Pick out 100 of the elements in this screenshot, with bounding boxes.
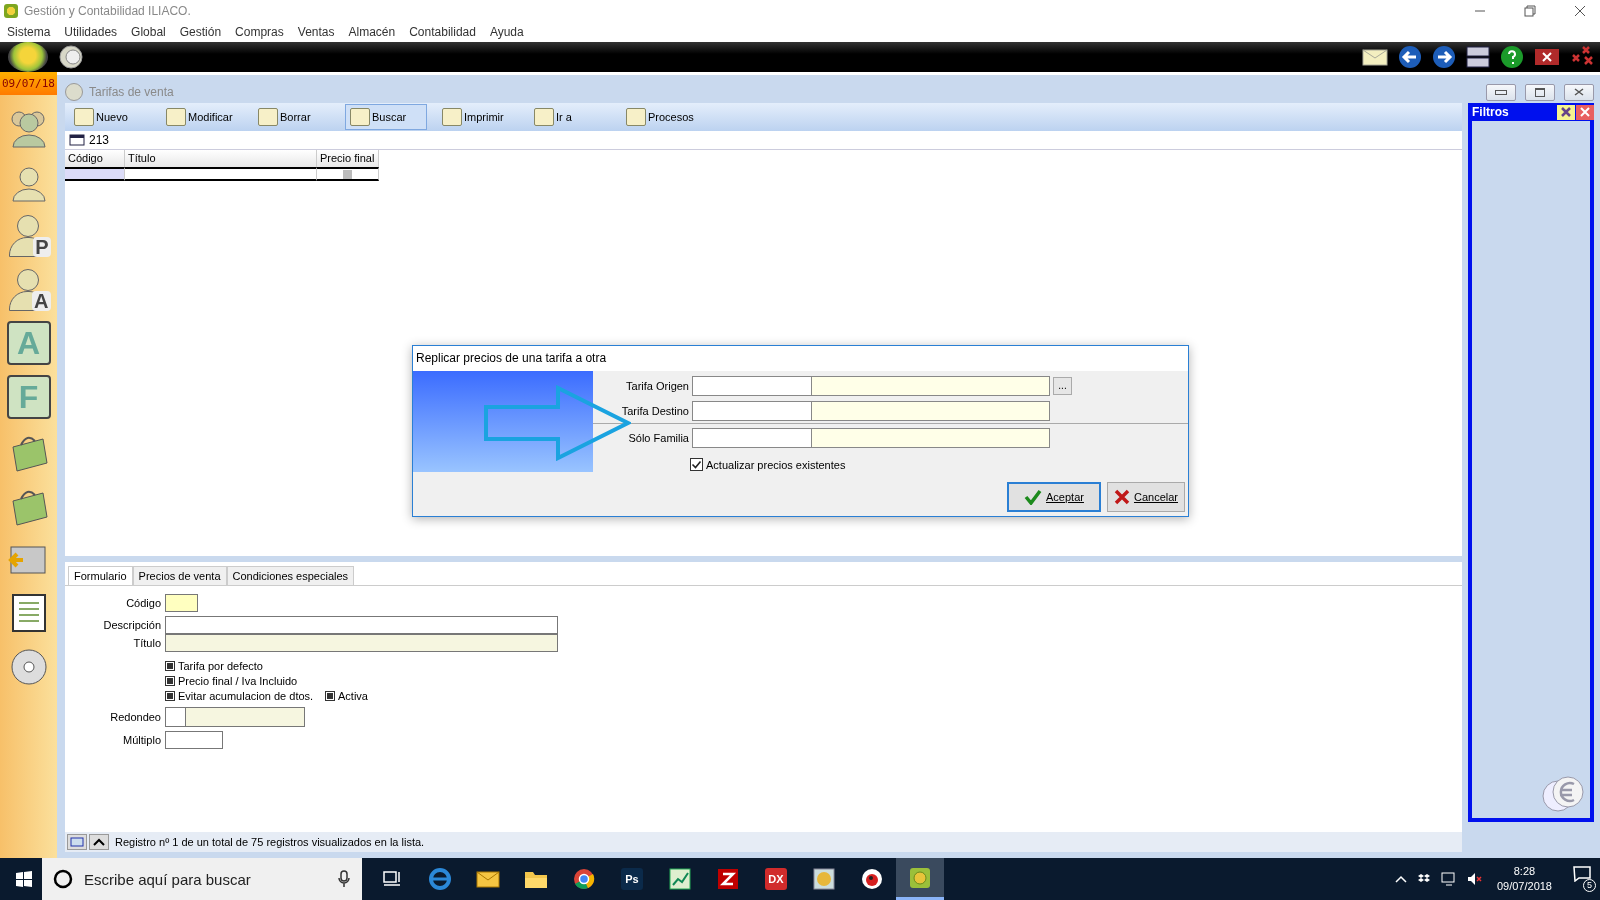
minimize-button[interactable]	[1486, 83, 1516, 101]
menu-item[interactable]: Gestión	[179, 25, 222, 39]
menu-item[interactable]: Ventas	[297, 25, 335, 39]
window-title: Gestión y Contabilidad ILIACO.	[24, 4, 191, 18]
search-field[interactable]: Escribe aquí para buscar	[82, 869, 330, 889]
toolbar-button[interactable]: Nuevo	[69, 104, 151, 130]
help-icon[interactable]	[1500, 45, 1524, 69]
multiple-field[interactable]	[165, 731, 223, 749]
z-letter-icon[interactable]	[717, 868, 739, 890]
task-view-icon[interactable]	[383, 871, 401, 887]
title-field[interactable]	[165, 634, 558, 652]
cross-icon	[1114, 489, 1130, 505]
windows-logo-icon[interactable]	[16, 871, 32, 887]
checkbox[interactable]: Activa	[325, 688, 1462, 703]
field-label: Tarifa Destino	[620, 404, 690, 417]
chart-icon[interactable]	[669, 868, 691, 890]
microphone-icon[interactable]	[338, 870, 350, 888]
chevron-up-icon	[93, 838, 105, 846]
envelope-icon[interactable]	[1362, 47, 1388, 67]
restore-icon[interactable]	[1524, 5, 1536, 17]
dropbox-icon[interactable]	[1416, 873, 1431, 885]
notifications-button[interactable]: 5	[1564, 866, 1600, 892]
menu-item[interactable]: Sistema	[7, 25, 51, 39]
rounding-field[interactable]	[165, 707, 305, 727]
checkmark-icon	[1024, 489, 1043, 505]
collapse-button[interactable]	[89, 834, 109, 850]
close-icon[interactable]	[1534, 48, 1560, 66]
code-field[interactable]	[692, 427, 812, 448]
field-label: Título	[132, 637, 162, 649]
checkbox[interactable]: Actualizar precios existentes	[690, 458, 846, 471]
checkmark-icon	[690, 458, 703, 471]
code-field[interactable]	[692, 375, 812, 396]
maximize-button[interactable]	[1525, 83, 1555, 101]
close-icon	[1574, 88, 1584, 96]
menu-item[interactable]: Utilidades	[64, 25, 118, 39]
windows-icon[interactable]	[1466, 46, 1490, 68]
search-icon[interactable]	[52, 868, 74, 890]
window-title: Tarifas de venta	[89, 85, 174, 99]
table-icon[interactable]	[69, 134, 85, 146]
menu-item[interactable]: Compras	[235, 25, 284, 39]
tab[interactable]: Condiciones especiales	[226, 566, 355, 585]
browser-e-icon[interactable]	[429, 868, 451, 890]
tab[interactable]: Formulario	[68, 566, 133, 585]
close-button[interactable]	[1564, 83, 1594, 101]
volume-muted-icon[interactable]	[1466, 872, 1483, 886]
app-orb-icon[interactable]	[8, 42, 48, 72]
column-header[interactable]: Precio final	[317, 150, 379, 167]
message-icon	[1573, 866, 1591, 882]
dialog-title: Replicar precios de una tarifa a otra	[413, 346, 1188, 371]
browse-button[interactable]: ...	[1053, 376, 1072, 395]
menu-item[interactable]: Contabilidad	[409, 25, 476, 39]
menu-item[interactable]: Global	[131, 25, 166, 39]
status-text: Registro nº 1 de un total de 75 registros visualizados en la lista.	[115, 836, 425, 848]
close-button[interactable]	[1576, 104, 1594, 120]
search-bar[interactable]: Escribe aquí para buscar	[42, 858, 362, 900]
field-label: Sólo Familia	[627, 431, 690, 444]
code-field[interactable]	[692, 400, 812, 421]
toolbar-button[interactable]: Ir a	[529, 104, 611, 130]
table-cell	[65, 167, 125, 181]
checkbox[interactable]: Precio final / Iva Incluido	[165, 673, 325, 688]
toolbar-button[interactable]: Modificar	[161, 104, 243, 130]
toolbar-button[interactable]: Borrar	[253, 104, 335, 130]
toolbar-button[interactable]: Buscar	[345, 104, 427, 130]
network-icon[interactable]	[1440, 872, 1457, 886]
code-field[interactable]	[165, 594, 198, 612]
chevron-up-icon[interactable]	[1394, 875, 1407, 883]
toolbar-button[interactable]: Imprimir	[437, 104, 519, 130]
toolbar-button[interactable]: Procesos	[621, 104, 703, 130]
folder-icon[interactable]	[524, 869, 548, 889]
folder-icon	[70, 837, 84, 847]
app-icon[interactable]: Ps	[621, 868, 643, 890]
name-field[interactable]	[812, 400, 1050, 421]
menu-item[interactable]: Ayuda	[489, 25, 524, 39]
bird-icon[interactable]	[861, 868, 883, 890]
checkbox[interactable]: Tarifa por defecto	[165, 658, 325, 673]
column-header[interactable]: Código	[65, 150, 125, 167]
name-field[interactable]	[812, 427, 1050, 448]
close-icon[interactable]	[1574, 5, 1586, 17]
field-label: Múltiplo	[122, 734, 162, 746]
clock-date[interactable]: 09/07/2018	[1496, 879, 1552, 894]
envelope-icon[interactable]	[476, 869, 500, 889]
coin-icon[interactable]	[813, 868, 835, 890]
field-label: Descripción	[102, 619, 162, 631]
clear-filter-button[interactable]	[1557, 104, 1575, 120]
clock-time[interactable]: 8:28	[1513, 864, 1536, 879]
menu-item[interactable]: Almacén	[348, 25, 396, 39]
close-icon	[1580, 107, 1590, 117]
record-count: 213	[89, 133, 110, 147]
accept-button[interactable]: Aceptar	[1007, 482, 1101, 512]
cancel-button[interactable]: Cancelar	[1107, 482, 1185, 512]
tab[interactable]: Precios de venta	[132, 566, 227, 585]
field-label: Tarifa Origen	[625, 379, 690, 392]
name-field[interactable]	[812, 375, 1050, 396]
browser-icon[interactable]	[573, 868, 595, 890]
checkbox[interactable]: Evitar acumulacion de dtos.	[165, 688, 325, 703]
column-header[interactable]: Título	[125, 150, 317, 167]
field-label: Redondeo	[109, 711, 162, 723]
description-field[interactable]	[165, 616, 558, 634]
app-logo-icon[interactable]	[909, 866, 931, 889]
app-icon[interactable]: DX	[765, 868, 787, 890]
